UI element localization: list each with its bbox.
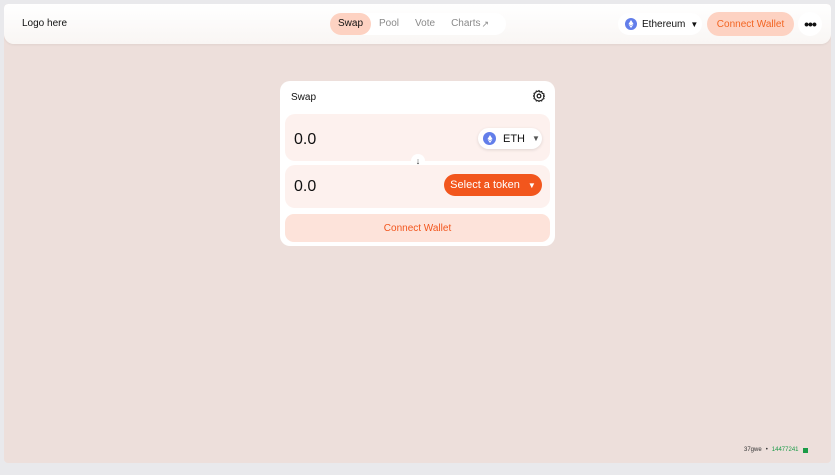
network-label: Ethereum — [642, 18, 686, 30]
top-header: Logo here Swap Pool Vote Charts ↗ Ethere… — [4, 4, 831, 44]
ethereum-icon — [625, 18, 637, 30]
nav-tab-swap[interactable]: Swap — [330, 13, 372, 35]
ethereum-icon — [483, 132, 496, 145]
token-symbol: ETH — [503, 132, 525, 145]
arrow-up-right-icon: ↗ — [481, 19, 490, 29]
output-amount[interactable]: 0.0 — [294, 178, 316, 196]
block-number[interactable]: 14477241 — [772, 447, 799, 453]
gear-icon[interactable] — [532, 89, 546, 103]
separator: • — [765, 447, 768, 453]
network-status: 37gwe • 14477241 — [744, 447, 808, 453]
nav-tab-label: Vote — [415, 18, 436, 29]
logo[interactable]: Logo here — [22, 18, 67, 29]
main-nav: Swap Pool Vote Charts ↗ — [330, 13, 506, 35]
status-indicator-icon — [802, 447, 808, 453]
connect-wallet-main-button[interactable]: Connect Wallet — [285, 214, 550, 242]
network-selector[interactable]: Ethereum ▼ — [618, 13, 702, 35]
input-token-selector[interactable]: ETH ▼ — [478, 128, 542, 149]
more-dots-icon[interactable]: ••• — [798, 12, 822, 36]
select-token-label: Select a token — [450, 179, 520, 191]
app-window: Logo here Swap Pool Vote Charts ↗ Ethere… — [4, 4, 831, 463]
input-amount[interactable]: 0.0 — [294, 131, 316, 149]
chevron-down-icon: ▼ — [690, 19, 699, 29]
nav-tab-label: Swap — [338, 18, 364, 29]
chevron-down-icon: ▼ — [527, 180, 536, 190]
connect-wallet-button[interactable]: Connect Wallet — [707, 12, 794, 36]
nav-tab-charts[interactable]: Charts ↗ — [443, 13, 497, 35]
swap-card: Swap 0.0 ETH ▼ ↓ 0.0 Select a token ▼ Co… — [280, 81, 555, 246]
output-token-panel: 0.0 Select a token ▼ — [285, 165, 550, 208]
swap-title: Swap — [291, 92, 317, 103]
nav-tab-label: Charts — [451, 18, 481, 29]
nav-tab-pool[interactable]: Pool — [371, 13, 407, 35]
select-token-button[interactable]: Select a token ▼ — [444, 174, 542, 196]
chevron-down-icon: ▼ — [532, 134, 540, 143]
gas-price: 37gwe — [744, 447, 762, 453]
nav-tab-label: Pool — [379, 18, 400, 29]
nav-tab-vote[interactable]: Vote — [407, 13, 443, 35]
